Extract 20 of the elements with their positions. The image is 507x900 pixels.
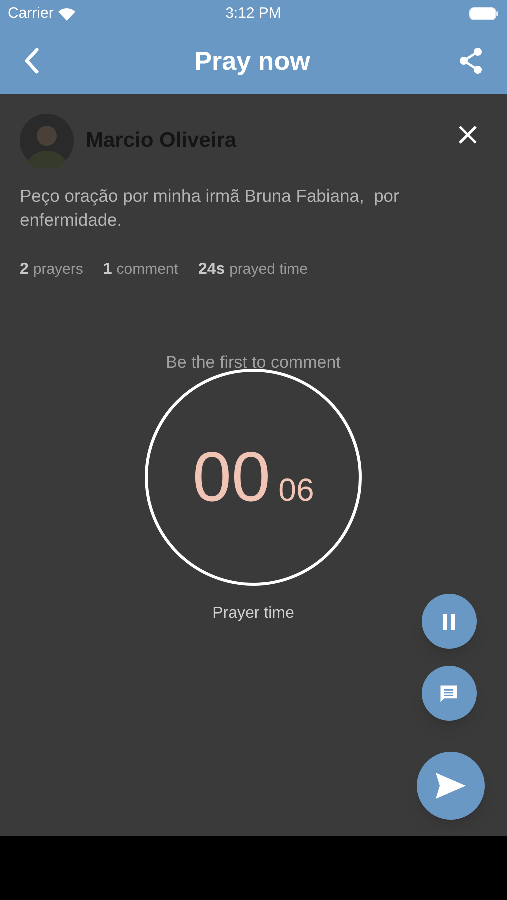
chevron-left-icon	[24, 48, 40, 74]
wifi-icon	[58, 8, 76, 20]
timer-caption: Prayer time	[212, 604, 294, 624]
share-button[interactable]	[457, 46, 483, 76]
pause-icon	[441, 612, 457, 630]
send-icon	[435, 772, 467, 800]
empty-comments-message: Be the first to comment	[166, 352, 341, 374]
status-time: 3:12 PM	[224, 4, 282, 24]
request-text: Peço oração por minha irmã Bruna Fabiana, por enfermidade.	[20, 185, 400, 232]
carrier-label: Carrier	[8, 4, 54, 24]
screen-title: Pray now	[194, 44, 312, 78]
stat-text: 2 prayers	[20, 260, 84, 280]
timer-seconds: 06	[278, 471, 314, 510]
battery-icon	[469, 7, 499, 21]
timer-minutes: 00	[192, 442, 271, 512]
share-icon	[459, 48, 483, 74]
stat-text: 24s prayed time	[198, 260, 308, 280]
stat-text: 1 comment	[103, 260, 178, 280]
avatar	[20, 114, 74, 168]
close-icon	[459, 126, 477, 144]
